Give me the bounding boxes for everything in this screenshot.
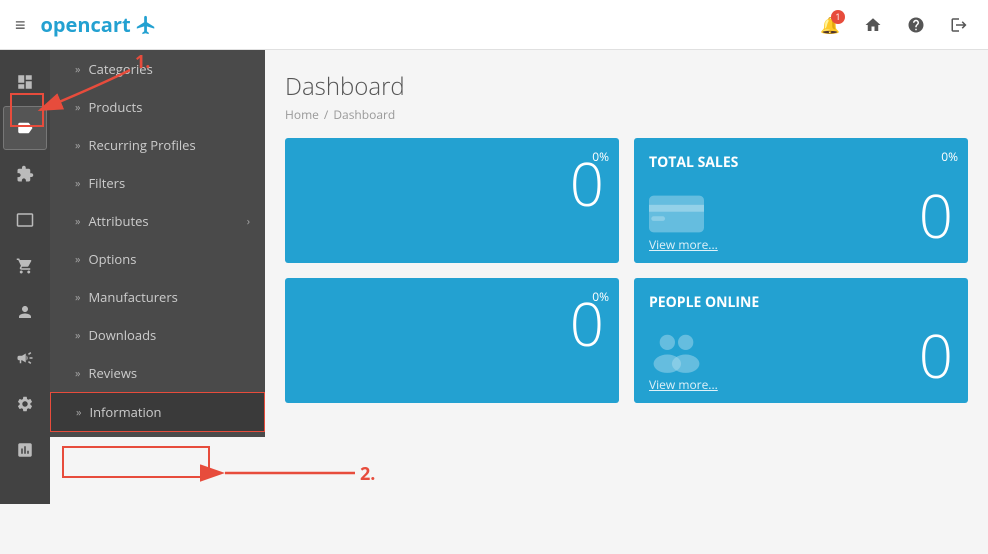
breadcrumb-separator: / [324,106,328,123]
chevron-icon: » [75,62,80,77]
hamburger-button[interactable]: ≡ [10,8,31,42]
navbar: ≡ opencart 🔔 1 [0,0,988,50]
view-more-link[interactable]: View more... [649,376,718,393]
logout-button[interactable] [940,6,978,44]
sidebar-item-system[interactable] [3,382,47,426]
dropdown-item-label: Options [88,250,136,268]
dropdown-item-label: Attributes [88,212,148,230]
sidebar-item-dashboard[interactable] [3,60,47,104]
chevron-icon: » [75,252,80,267]
card-total-sales: 0% TOTAL SALES 0 View more... [634,138,968,263]
notification-badge: 1 [831,10,845,24]
logo-text: opencart [41,11,131,38]
chevron-icon: » [75,214,80,229]
card-total-customers: 0% 0 [285,278,619,403]
sidebar-item-reports[interactable] [3,428,47,472]
card-percent: 0% [592,148,609,165]
chevron-icon: » [75,366,80,381]
card-title: TOTAL SALES [649,153,953,172]
help-button[interactable] [897,6,935,44]
sidebar-item-catalog[interactable] [3,106,47,150]
page-title: Dashboard [285,70,968,103]
main-content: Dashboard Home / Dashboard 0% 0 0% TOTAL… [265,50,988,504]
chevron-icon: » [76,405,81,420]
logout-icon [950,16,968,34]
information-item-highlight [62,446,210,478]
chevron-icon: » [75,100,80,115]
card-total-orders: 0% 0 [285,138,619,263]
navbar-right: 🔔 1 [811,6,978,44]
logo: opencart [41,11,157,38]
card-value: 0 [919,325,953,385]
catalog-dropdown: » Categories » Products » Recurring Prof… [50,50,265,437]
dropdown-item-attributes[interactable]: » Attributes › [50,202,265,240]
dropdown-item-filters[interactable]: » Filters [50,164,265,202]
breadcrumb: Home / Dashboard [285,106,968,123]
dropdown-item-recurring-profiles[interactable]: » Recurring Profiles [50,126,265,164]
dropdown-item-options[interactable]: » Options [50,240,265,278]
breadcrumb-current: Dashboard [333,106,395,123]
dropdown-item-label: Categories [88,60,152,78]
chevron-icon: » [75,138,80,153]
help-icon [907,16,925,34]
view-more-link[interactable]: View more... [649,236,718,253]
card-people-online: PEOPLE ONLINE 0 View more... [634,278,968,403]
page-header: Dashboard Home / Dashboard [285,70,968,123]
logo-plane-icon [135,14,157,36]
sidebar [0,50,50,504]
sidebar-item-customers[interactable] [3,290,47,334]
dropdown-item-downloads[interactable]: » Downloads [50,316,265,354]
chevron-icon: » [75,328,80,343]
card-percent: 0% [592,288,609,305]
dropdown-item-label: Information [89,403,161,421]
sidebar-item-design[interactable] [3,198,47,242]
dropdown-item-reviews[interactable]: » Reviews [50,354,265,392]
arrow-right-icon: › [247,214,250,229]
chevron-icon: » [75,176,80,191]
dropdown-item-label: Downloads [88,326,156,344]
card-value: 0 [919,185,953,245]
dropdown-item-label: Products [88,98,142,116]
dropdown-item-label: Manufacturers [88,288,177,306]
card-title: PEOPLE ONLINE [649,293,953,312]
dropdown-item-label: Reviews [88,364,137,382]
dropdown-item-categories[interactable]: » Categories [50,50,265,88]
navbar-left: ≡ opencart [10,8,157,42]
card-value: 0 [300,153,604,213]
dropdown-item-manufacturers[interactable]: » Manufacturers [50,278,265,316]
dashboard-cards: 0% 0 0% TOTAL SALES 0 View more... 0% [285,138,968,403]
card-value: 0 [300,293,604,353]
dropdown-item-label: Recurring Profiles [88,136,195,154]
dropdown-item-information[interactable]: » Information [50,392,265,432]
sidebar-item-marketing[interactable] [3,336,47,380]
dropdown-item-label: Filters [88,174,125,192]
notifications-button[interactable]: 🔔 1 [811,6,849,44]
home-button[interactable] [854,6,892,44]
card-percent: 0% [941,148,958,165]
home-icon [864,16,882,34]
sidebar-item-sales[interactable] [3,244,47,288]
breadcrumb-home[interactable]: Home [285,106,319,123]
chevron-icon: » [75,290,80,305]
sidebar-item-extensions[interactable] [3,152,47,196]
dropdown-item-products[interactable]: » Products [50,88,265,126]
